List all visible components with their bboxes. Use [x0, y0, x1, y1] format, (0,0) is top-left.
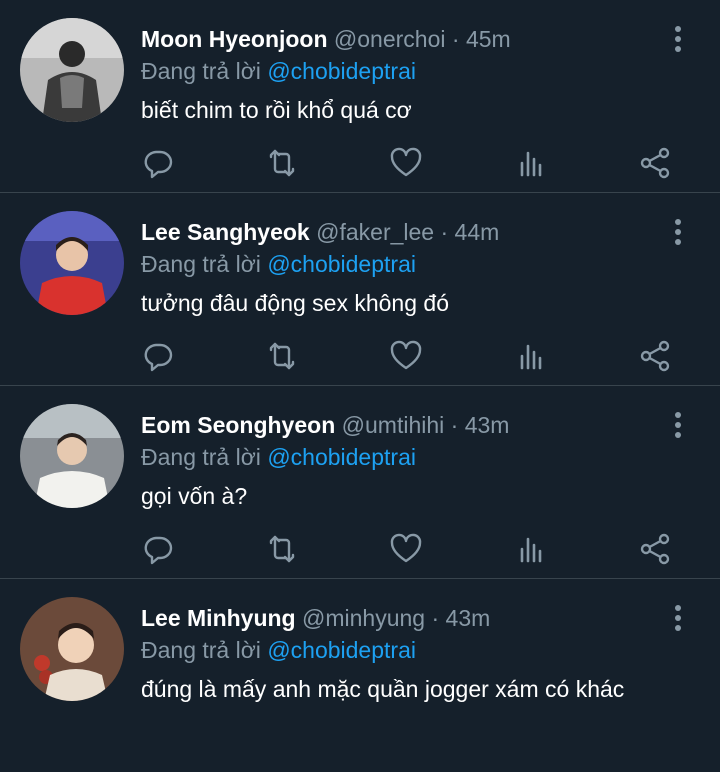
- replying-to-label: Đang trả lời: [141, 58, 261, 84]
- retweet-icon[interactable]: [264, 338, 300, 374]
- mention-link[interactable]: @chobideptrai: [267, 58, 416, 84]
- display-name[interactable]: Lee Minhyung: [141, 605, 296, 631]
- separator-dot: ·: [431, 605, 440, 631]
- reply-icon[interactable]: [140, 338, 176, 374]
- more-vertical-icon[interactable]: [666, 217, 690, 247]
- tweet-header: Eom Seonghyeon @umtihihi · 43m: [141, 411, 509, 439]
- display-name[interactable]: Lee Sanghyeok: [141, 219, 310, 245]
- timestamp[interactable]: 43m: [465, 412, 510, 438]
- replying-to-label: Đang trả lời: [141, 637, 261, 663]
- username[interactable]: @faker_lee: [316, 219, 434, 245]
- reply-icon[interactable]: [140, 531, 176, 567]
- tweet[interactable]: Lee Sanghyeok @faker_lee · 44m Đang trả …: [0, 193, 720, 386]
- timestamp[interactable]: 43m: [446, 605, 491, 631]
- tweet-text: đúng là mấy anh mặc quần jogger xám có k…: [141, 676, 625, 702]
- share-icon[interactable]: [637, 531, 673, 567]
- reply-feed: Moon Hyeonjoon @onerchoi · 45m Đang trả …: [0, 0, 720, 772]
- replying-to-label: Đang trả lời: [141, 251, 261, 277]
- tweet-header: Lee Minhyung @minhyung · 43m: [141, 604, 490, 632]
- more-vertical-icon[interactable]: [666, 410, 690, 440]
- separator-dot: ·: [451, 26, 460, 52]
- analytics-icon[interactable]: [513, 145, 549, 181]
- tweet-actions: [140, 338, 680, 374]
- username[interactable]: @minhyung: [302, 605, 425, 631]
- more-vertical-icon[interactable]: [666, 24, 690, 54]
- share-icon[interactable]: [637, 338, 673, 374]
- username[interactable]: @umtihihi: [342, 412, 445, 438]
- tweet[interactable]: Moon Hyeonjoon @onerchoi · 45m Đang trả …: [0, 0, 720, 193]
- timestamp[interactable]: 45m: [466, 26, 511, 52]
- separator-dot: ·: [440, 219, 449, 245]
- replying-to: Đang trả lời @chobideptrai: [141, 443, 416, 471]
- reply-icon[interactable]: [140, 145, 176, 181]
- mention-link[interactable]: @chobideptrai: [267, 444, 416, 470]
- like-icon[interactable]: [388, 531, 424, 567]
- more-vertical-icon[interactable]: [666, 603, 690, 633]
- avatar[interactable]: [20, 18, 124, 122]
- tweet[interactable]: Eom Seonghyeon @umtihihi · 43m Đang trả …: [0, 386, 720, 579]
- tweet-header: Moon Hyeonjoon @onerchoi · 45m: [141, 25, 511, 53]
- timestamp[interactable]: 44m: [455, 219, 500, 245]
- display-name[interactable]: Eom Seonghyeon: [141, 412, 335, 438]
- avatar[interactable]: [20, 211, 124, 315]
- mention-link[interactable]: @chobideptrai: [267, 637, 416, 663]
- replying-to: Đang trả lời @chobideptrai: [141, 57, 416, 85]
- replying-to: Đang trả lời @chobideptrai: [141, 636, 416, 664]
- replying-to-label: Đang trả lời: [141, 444, 261, 470]
- retweet-icon[interactable]: [264, 145, 300, 181]
- avatar[interactable]: [20, 597, 124, 701]
- tweet-text: biết chim to rồi khổ quá cơ: [141, 97, 412, 123]
- avatar[interactable]: [20, 404, 124, 508]
- tweet-text: gọi vốn à?: [141, 483, 248, 509]
- mention-link[interactable]: @chobideptrai: [267, 251, 416, 277]
- username[interactable]: @onerchoi: [334, 26, 446, 52]
- like-icon[interactable]: [388, 338, 424, 374]
- tweet-text: tưởng đâu động sex không đó: [141, 290, 449, 316]
- display-name[interactable]: Moon Hyeonjoon: [141, 26, 328, 52]
- share-icon[interactable]: [637, 145, 673, 181]
- retweet-icon[interactable]: [264, 531, 300, 567]
- like-icon[interactable]: [388, 145, 424, 181]
- tweet-actions: [140, 145, 680, 181]
- tweet-actions: [140, 531, 680, 567]
- replying-to: Đang trả lời @chobideptrai: [141, 250, 416, 278]
- separator-dot: ·: [450, 412, 459, 438]
- tweet-header: Lee Sanghyeok @faker_lee · 44m: [141, 218, 499, 246]
- analytics-icon[interactable]: [513, 338, 549, 374]
- analytics-icon[interactable]: [513, 531, 549, 567]
- tweet[interactable]: Lee Minhyung @minhyung · 43m Đang trả lờ…: [0, 579, 720, 772]
